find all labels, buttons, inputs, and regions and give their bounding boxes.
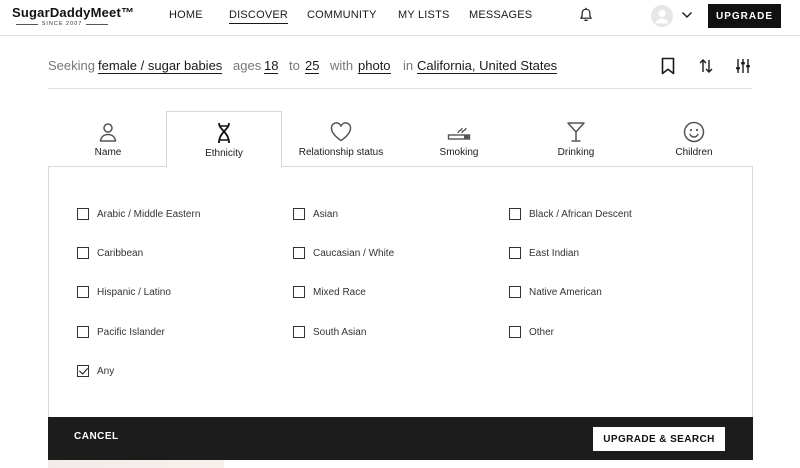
- checkbox[interactable]: [509, 286, 521, 298]
- with-label: with: [330, 58, 354, 73]
- checkbox-checked[interactable]: [77, 365, 89, 377]
- ethnicity-option-any[interactable]: Any: [77, 364, 114, 378]
- ethnicity-option-south-asian[interactable]: South Asian: [293, 325, 366, 339]
- brand-logo[interactable]: SugarDaddyMeet™ SINCE 2007: [12, 5, 135, 31]
- checkbox[interactable]: [509, 247, 521, 259]
- ethnicity-option-native-american[interactable]: Native American: [509, 285, 602, 299]
- tab-smoking[interactable]: Smoking: [401, 111, 517, 167]
- dna-icon: [218, 122, 230, 144]
- cigarette-icon: [447, 127, 471, 140]
- tab-name[interactable]: Name: [50, 111, 166, 167]
- seeking-value[interactable]: female / sugar babies: [98, 58, 223, 74]
- user-silhouette-icon: [655, 9, 669, 24]
- nav-my-lists[interactable]: MY LISTS: [398, 9, 450, 21]
- cocktail-icon: [567, 122, 585, 142]
- bookmark-icon[interactable]: [659, 57, 677, 75]
- checkbox[interactable]: [293, 247, 305, 259]
- checkbox[interactable]: [509, 326, 521, 338]
- tab-label: Relationship status: [298, 147, 384, 158]
- checkbox[interactable]: [293, 326, 305, 338]
- checkbox[interactable]: [293, 286, 305, 298]
- tab-label: Ethnicity: [205, 148, 243, 159]
- checkbox[interactable]: [77, 247, 89, 259]
- ethnicity-option-caucasian[interactable]: Caucasian / White: [293, 246, 394, 260]
- location-value[interactable]: California, United States: [417, 58, 558, 74]
- smiley-icon: [683, 121, 705, 143]
- seeking-label: Seeking: [48, 58, 95, 73]
- ethnicity-option-pacific-islander[interactable]: Pacific Islander: [77, 325, 165, 339]
- tab-ethnicity[interactable]: Ethnicity: [166, 111, 282, 168]
- ethnicity-option-black[interactable]: Black / African Descent: [509, 207, 632, 221]
- ethnicity-option-caribbean[interactable]: Caribbean: [77, 246, 143, 260]
- chevron-down-icon[interactable]: [681, 11, 693, 19]
- in-label: in: [403, 58, 414, 73]
- to-label: to: [289, 58, 300, 73]
- brand-tagline: SINCE 2007: [12, 21, 112, 27]
- summary-divider: [48, 88, 752, 89]
- search-summary: Seeking female / sugar babies ages 18 to…: [48, 56, 753, 78]
- tab-drinking[interactable]: Drinking: [518, 111, 634, 167]
- ethnicity-option-east-indian[interactable]: East Indian: [509, 246, 579, 260]
- ethnicity-options-panel: Arabic / Middle Eastern Asian Black / Af…: [48, 166, 753, 417]
- with-value[interactable]: photo: [358, 58, 391, 74]
- nav-messages[interactable]: MESSAGES: [469, 9, 532, 21]
- tab-label: Drinking: [557, 147, 595, 158]
- person-icon: [99, 123, 117, 142]
- ethnicity-option-mixed-race[interactable]: Mixed Race: [293, 285, 366, 299]
- ethnicity-option-other[interactable]: Other: [509, 325, 554, 339]
- bell-icon[interactable]: [578, 7, 594, 23]
- age-max-value[interactable]: 25: [305, 58, 320, 74]
- tab-label: Name: [94, 147, 122, 158]
- brand-name: SugarDaddyMeet™: [12, 5, 135, 20]
- tab-relationship-status[interactable]: Relationship status: [283, 111, 399, 167]
- tab-label: Smoking: [439, 147, 479, 158]
- ethnicity-option-asian[interactable]: Asian: [293, 207, 338, 221]
- heart-icon: [330, 122, 352, 142]
- checkbox[interactable]: [293, 208, 305, 220]
- filter-action-bar: CANCEL UPGRADE & SEARCH: [48, 417, 753, 460]
- tab-label: Children: [675, 147, 713, 158]
- checkbox[interactable]: [509, 208, 521, 220]
- cancel-button[interactable]: CANCEL: [74, 431, 119, 442]
- nav-community[interactable]: COMMUNITY: [307, 9, 377, 21]
- upgrade-and-search-button[interactable]: UPGRADE & SEARCH: [593, 427, 725, 451]
- ethnicity-option-arabic[interactable]: Arabic / Middle Eastern: [77, 207, 200, 221]
- filter-sliders-icon[interactable]: [734, 57, 752, 75]
- age-min-value[interactable]: 18: [264, 58, 279, 74]
- result-card-peek: [48, 460, 224, 468]
- ages-label: ages: [233, 58, 262, 73]
- tab-children[interactable]: Children: [636, 111, 752, 167]
- ethnicity-option-hispanic[interactable]: Hispanic / Latino: [77, 285, 171, 299]
- avatar[interactable]: [651, 5, 673, 27]
- checkbox[interactable]: [77, 286, 89, 298]
- nav-home[interactable]: HOME: [169, 9, 203, 21]
- upgrade-button[interactable]: UPGRADE: [708, 4, 781, 28]
- checkbox[interactable]: [77, 326, 89, 338]
- checkbox[interactable]: [77, 208, 89, 220]
- top-nav-bar: SugarDaddyMeet™ SINCE 2007 HOME DISCOVER…: [0, 0, 800, 36]
- nav-discover[interactable]: DISCOVER: [229, 9, 289, 24]
- sort-icon[interactable]: [697, 57, 715, 75]
